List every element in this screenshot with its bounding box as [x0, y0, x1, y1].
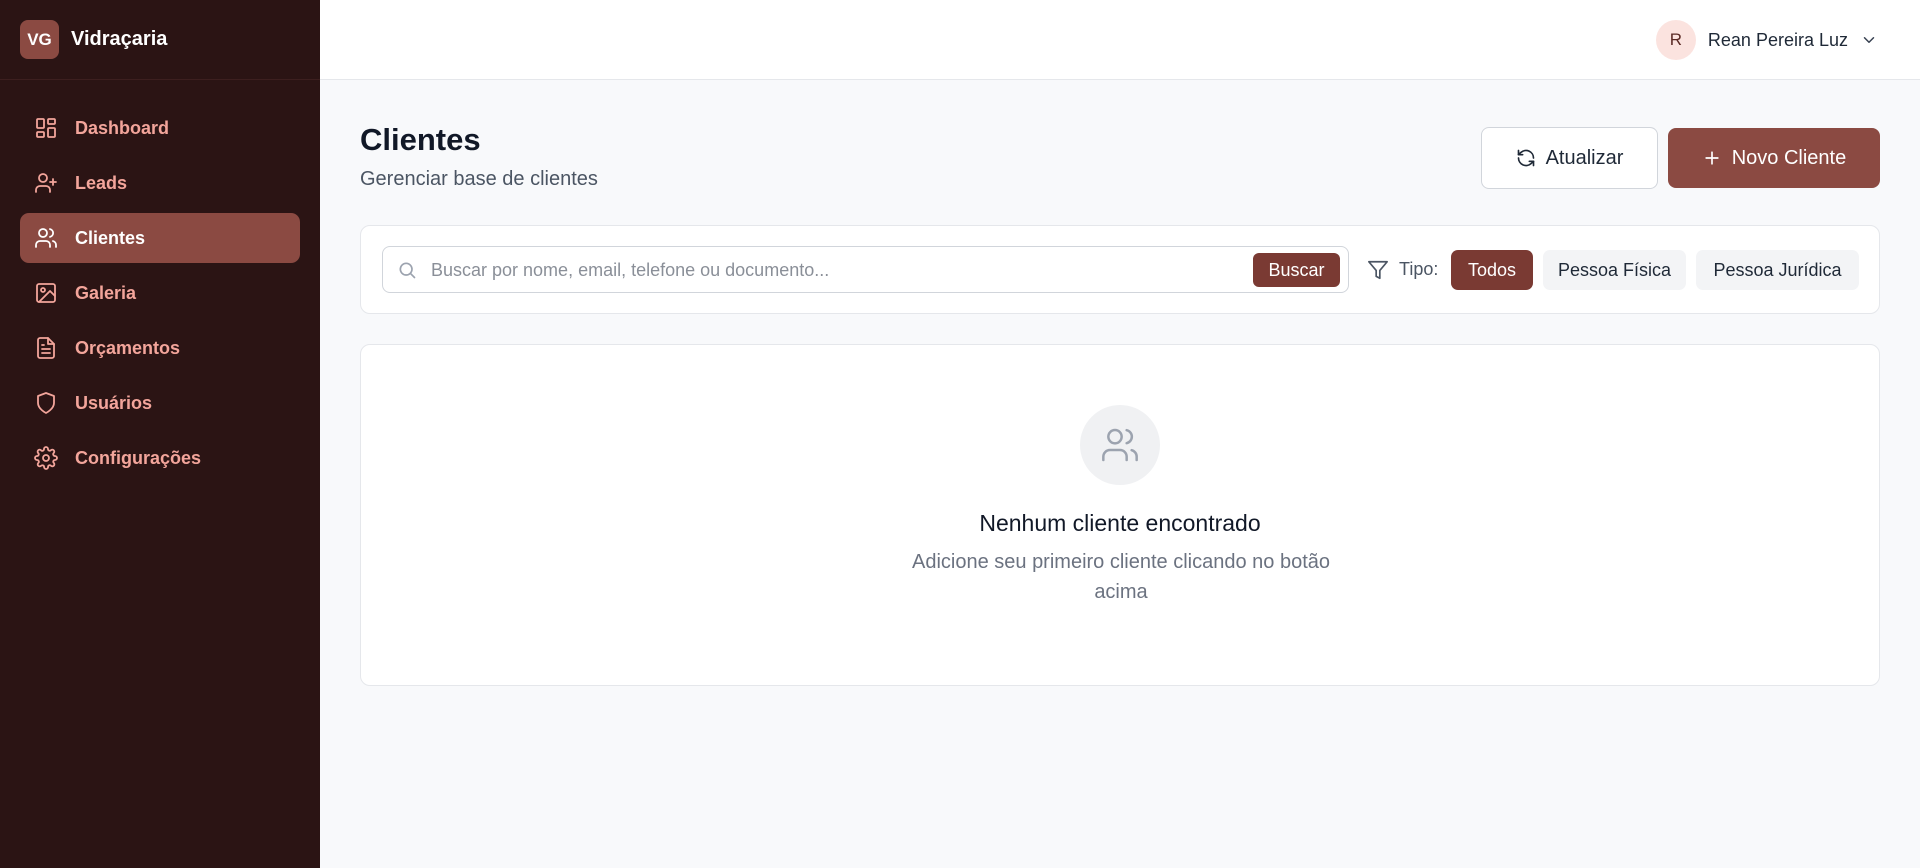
sidebar-item-label: Orçamentos	[75, 337, 181, 358]
empty-state-description: Adicione seu primeiro cliente clicando n…	[911, 551, 1331, 603]
sidebar-item-leads[interactable]: Leads	[20, 158, 300, 208]
filter-chip-todos[interactable]: Todos	[1451, 250, 1533, 290]
users-icon	[1102, 428, 1138, 462]
refresh-button-label: Atualizar	[1545, 146, 1624, 169]
filter-card: Buscar Tipo: Todos Pessoa Física Pessoa …	[360, 225, 1880, 314]
topbar: R Rean Pereira Luz	[320, 0, 1920, 80]
search-icon	[399, 262, 416, 279]
empty-state-title: Nenhum cliente encontrado	[979, 510, 1261, 536]
sidebar-item-galeria[interactable]: Galeria	[20, 268, 300, 318]
new-client-button-label: Novo Cliente	[1731, 146, 1847, 169]
search-button[interactable]: Buscar	[1253, 253, 1340, 287]
shield-icon	[34, 391, 58, 415]
refresh-button[interactable]: Atualizar	[1481, 127, 1658, 189]
sidebar-item-dashboard[interactable]: Dashboard	[20, 103, 300, 153]
sidebar-item-label: Usuários	[75, 392, 153, 413]
filter-chip-pessoa-fisica[interactable]: Pessoa Física	[1543, 250, 1686, 290]
user-name: Rean Pereira Luz	[1707, 29, 1848, 50]
filter-chip-pessoa-juridica[interactable]: Pessoa Jurídica	[1696, 250, 1859, 290]
user-menu[interactable]: R Rean Pereira Luz	[1655, 20, 1878, 60]
brand-name: Vidraçaria	[71, 28, 168, 50]
sidebar-item-label: Clientes	[75, 227, 146, 248]
sidebar: VG Vidraçaria Dashboard Leads Clientes G…	[0, 0, 320, 868]
sidebar-item-usuarios[interactable]: Usuários	[20, 378, 300, 428]
sidebar-item-configuracoes[interactable]: Configurações	[20, 433, 300, 483]
search-box: Buscar	[382, 246, 1349, 293]
chevron-down-icon	[1863, 37, 1875, 43]
image-icon	[34, 281, 58, 305]
sidebar-item-label: Leads	[75, 172, 128, 193]
file-text-icon	[34, 336, 58, 360]
sidebar-item-label: Configurações	[75, 447, 202, 468]
dashboard-icon	[34, 116, 58, 140]
brand-logo: VG	[20, 20, 59, 59]
sidebar-item-orcamentos[interactable]: Orçamentos	[20, 323, 300, 373]
empty-state-card: Nenhum cliente encontrado Adicione seu p…	[360, 344, 1880, 686]
refresh-icon	[1517, 149, 1534, 167]
gear-icon	[34, 446, 58, 470]
sidebar-item-label: Dashboard	[75, 117, 170, 138]
filter-icon	[1368, 260, 1388, 280]
empty-state-icon-wrap	[1080, 405, 1160, 485]
brand[interactable]: VG Vidraçaria	[0, 0, 320, 80]
avatar: R	[1655, 20, 1696, 60]
sidebar-item-clientes[interactable]: Clientes	[20, 213, 300, 263]
page-title: Clientes	[360, 122, 481, 157]
sidebar-item-label: Galeria	[75, 282, 137, 303]
page-subtitle: Gerenciar base de clientes	[360, 168, 598, 190]
new-client-button[interactable]: Novo Cliente	[1668, 128, 1880, 188]
sidebar-nav: Dashboard Leads Clientes Galeria Orçamen…	[0, 80, 320, 483]
users-icon	[34, 226, 58, 250]
user-plus-icon	[34, 171, 58, 195]
plus-icon	[1705, 151, 1719, 165]
filter-label: Tipo:	[1399, 259, 1439, 279]
search-input[interactable]	[431, 255, 1231, 285]
